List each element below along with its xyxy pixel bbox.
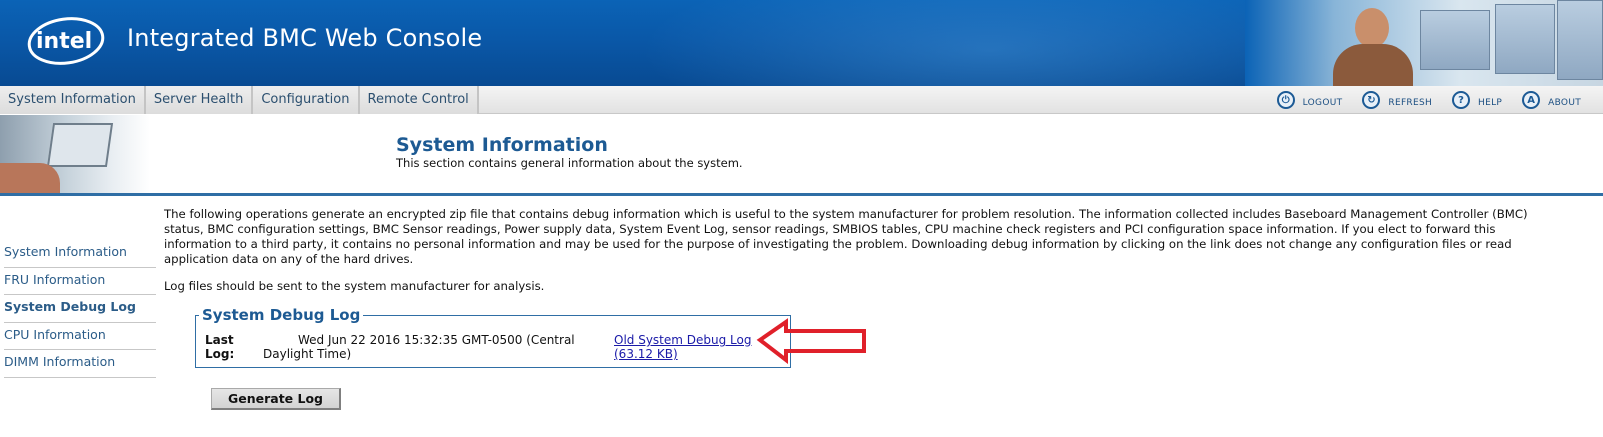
last-log-value: Wed Jun 22 2016 15:32:35 GMT-0500 (Centr… <box>263 333 593 361</box>
header-photo <box>1245 0 1603 86</box>
last-log-value-line1: Wed Jun 22 2016 15:32:35 GMT-0500 (Centr… <box>298 333 575 347</box>
last-log-label: Last Log: <box>205 333 235 361</box>
note-text: Log files should be sent to the system m… <box>164 279 545 293</box>
about-button[interactable]: A ABOUT <box>1522 91 1581 109</box>
intro-text: The following operations generate an enc… <box>164 207 1528 266</box>
sidebar-item-system-debug-log[interactable]: System Debug Log <box>4 295 156 323</box>
section-divider <box>0 193 1603 196</box>
page-title: System Information <box>396 134 608 156</box>
svg-text:intel: intel <box>36 29 92 54</box>
help-button[interactable]: ? HELP <box>1452 91 1502 109</box>
generate-log-button[interactable]: Generate Log <box>211 388 341 410</box>
about-icon: A <box>1522 91 1541 109</box>
tab-remote-control[interactable]: Remote Control <box>359 86 479 114</box>
debug-log-legend: System Debug Log <box>199 306 364 324</box>
red-arrow-annotation <box>756 318 866 364</box>
sidebar-item-fru-information[interactable]: FRU Information <box>4 268 156 295</box>
sidebar: System Information FRU Information System … <box>4 240 156 378</box>
debug-log-box: System Debug Log Last Log: Wed Jun 22 20… <box>195 306 791 368</box>
sidebar-item-system-information[interactable]: System Information <box>4 240 156 268</box>
last-log-value-line2: Daylight Time) <box>263 347 352 361</box>
logout-icon: ⏻ <box>1276 91 1295 109</box>
sidebar-item-dimm-information[interactable]: DIMM Information <box>4 350 156 378</box>
logout-button[interactable]: ⏻ LOGOUT <box>1276 91 1343 109</box>
tab-configuration[interactable]: Configuration <box>253 86 360 114</box>
intel-logo: intel <box>27 17 105 65</box>
refresh-icon: ↻ <box>1362 91 1381 109</box>
refresh-button[interactable]: ↻ REFRESH <box>1362 91 1432 109</box>
logout-label: LOGOUT <box>1302 98 1343 108</box>
tab-system-information[interactable]: System Information <box>0 86 146 114</box>
help-icon: ? <box>1452 91 1471 109</box>
top-navbar: System Information Server Health Configura… <box>0 86 1603 114</box>
nav-actions: ⏻ LOGOUT ↻ REFRESH? HELP A ABOUT <box>1257 86 1581 114</box>
nav-tabs: System Information Server Health Configura… <box>0 86 479 114</box>
refresh-label: REFRESH <box>1388 98 1433 108</box>
page-description: This section contains general informatio… <box>396 156 743 170</box>
about-label: ABOUT <box>1548 98 1581 108</box>
header-banner: intel Integrated BMC Web Console <box>0 0 1603 86</box>
help-label: HELP <box>1478 98 1503 108</box>
tab-server-health[interactable]: Server Health <box>145 86 254 114</box>
banner-swoosh <box>640 0 1340 86</box>
sidebar-item-cpu-information[interactable]: CPU Information <box>4 323 156 350</box>
section-photo <box>0 115 150 195</box>
app-title: Integrated BMC Web Console <box>127 24 483 52</box>
old-debug-log-link[interactable]: Old System Debug Log (63.12 KB) <box>614 333 764 361</box>
main-content: The following operations generate an enc… <box>164 207 1560 293</box>
